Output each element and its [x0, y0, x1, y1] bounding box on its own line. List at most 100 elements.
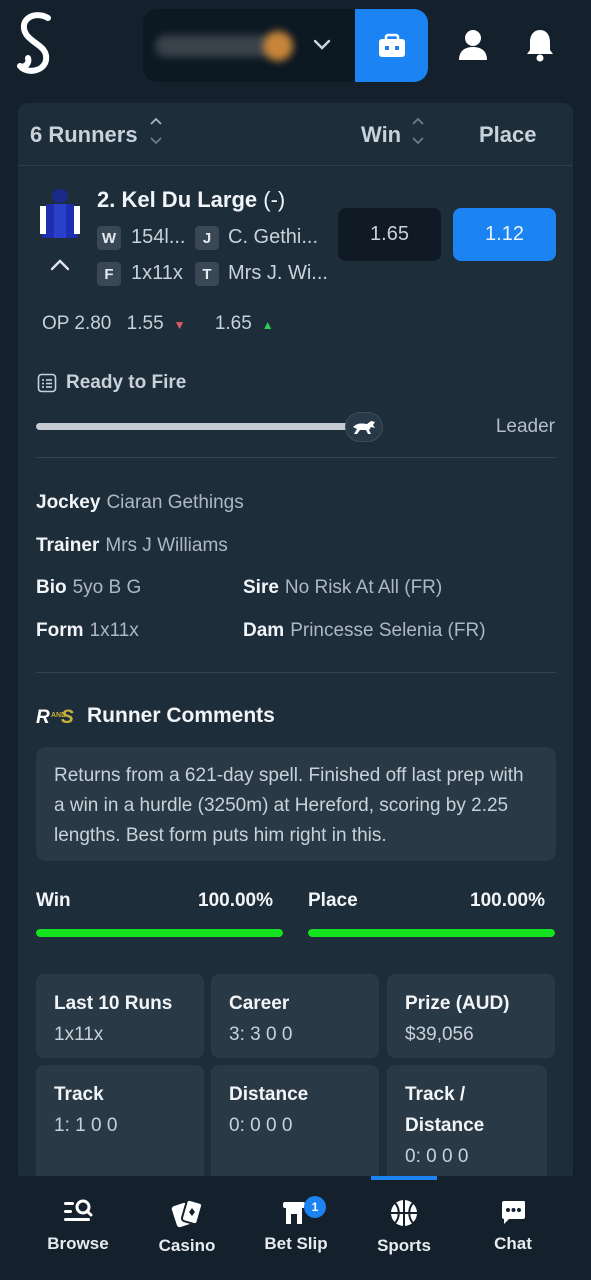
- stat-title: Career: [229, 993, 290, 1014]
- trainer-tag: T: [195, 262, 219, 286]
- stat-value: $39,056: [405, 1024, 474, 1045]
- nav-bet-slip-label: Bet Slip: [264, 1234, 328, 1253]
- stat-value: 0: 0 0 0: [229, 1115, 293, 1136]
- top-bar: [0, 0, 591, 92]
- runners-count-sort[interactable]: 6 Runners: [30, 122, 138, 148]
- weight-tag: W: [97, 226, 121, 250]
- bell-icon: [527, 30, 553, 62]
- browse-icon: [64, 1199, 93, 1221]
- racing-and-sports-logo-icon: R AND S: [36, 707, 74, 727]
- runner-scratch-status: (-): [263, 187, 286, 212]
- runner-name: 2. Kel Du Large (-): [97, 187, 285, 213]
- win-percent-value: 100.00%: [198, 890, 274, 911]
- bio-info: Bio 5yo B G: [36, 577, 141, 599]
- stat-card-distance: Distance 0: 0 0 0: [211, 1065, 379, 1183]
- stat-card-track-distance: Track / Distance 0: 0 0 0: [387, 1065, 547, 1183]
- stat-value: 0: 0 0 0: [405, 1146, 469, 1167]
- runners-header: 6 Runners Win Place: [18, 103, 573, 166]
- runner-name-text: 2. Kel Du Large: [97, 187, 258, 212]
- stake-logo-icon[interactable]: [14, 12, 60, 78]
- nav-chat-label: Chat: [494, 1234, 532, 1253]
- stat-title: Last 10 Runs: [54, 993, 173, 1014]
- nav-sports[interactable]: Sports: [370, 1176, 438, 1280]
- dam-value: Princesse Selenia (FR): [290, 620, 486, 641]
- stat-title: Track: [54, 1084, 104, 1105]
- user-icon: [459, 30, 487, 60]
- profile-button[interactable]: [453, 22, 493, 68]
- nav-casino-label: Casino: [158, 1236, 216, 1255]
- trainer-info: Trainer Mrs J Williams: [36, 535, 228, 557]
- wallet-icon: [378, 33, 405, 57]
- sire-value: No Risk At All (FR): [284, 577, 443, 598]
- notifications-button[interactable]: [520, 22, 560, 68]
- stat-title: Distance: [229, 1084, 309, 1105]
- form-info: Form 1x11x: [36, 620, 139, 642]
- fluc-price: 1.55: [126, 313, 164, 334]
- jockey-value: Ciaran Gethings: [106, 492, 244, 513]
- list-icon: [37, 373, 57, 393]
- nav-bet-slip[interactable]: 1 Bet Slip: [258, 1176, 334, 1280]
- stat-card-track: Track 1: 1 0 0: [36, 1065, 204, 1183]
- place-odds-button[interactable]: 1.12: [453, 208, 556, 261]
- win-column-header[interactable]: Win: [361, 122, 401, 148]
- jockey-info: Jockey Ciaran Gethings: [36, 492, 244, 514]
- divider: [36, 672, 556, 673]
- place-percent-bar: [308, 929, 555, 937]
- runner-comment-text: Returns from a 621-day spell. Finished o…: [36, 747, 556, 861]
- sire-info: Sire No Risk At All (FR): [243, 577, 442, 599]
- win-percent-label: Win: [36, 890, 71, 911]
- runner-comments-title: Runner Comments: [87, 704, 275, 727]
- stat-value: 3: 3 0 0: [229, 1024, 293, 1045]
- wallet-button[interactable]: [355, 9, 428, 82]
- trainer-value: Mrs J Williams: [105, 535, 228, 556]
- nav-browse[interactable]: Browse: [40, 1176, 116, 1280]
- bio-value: 5yo B G: [72, 577, 142, 598]
- speedmap-label: Ready to Fire: [66, 372, 187, 393]
- runner-card: 6 Runners Win Place 2. Kel Du Large (-) …: [18, 103, 573, 1183]
- svg-text:S: S: [61, 707, 74, 727]
- chevron-down-icon: [313, 39, 331, 50]
- divider: [36, 457, 556, 458]
- currency-icon: [263, 31, 293, 61]
- nav-browse-label: Browse: [47, 1234, 109, 1253]
- nav-casino[interactable]: Casino: [152, 1176, 222, 1280]
- runner-weight: 154l...: [131, 226, 186, 248]
- win-odds-button[interactable]: 1.65: [338, 208, 441, 261]
- stat-value: 1x11x: [54, 1024, 104, 1045]
- place-percent-value: 100.00%: [470, 890, 546, 911]
- jockey-label: Jockey: [36, 492, 101, 513]
- stat-card-last-10-runs: Last 10 Runs 1x11x: [36, 974, 204, 1058]
- place-percent-label: Place: [308, 890, 358, 911]
- stat-card-prize: Prize (AUD) $39,056: [387, 974, 555, 1058]
- runner-form-short: 1x11x: [131, 262, 183, 284]
- svg-text:R: R: [36, 707, 50, 727]
- sort-icon[interactable]: [149, 116, 163, 146]
- place-column-header[interactable]: Place: [479, 122, 537, 148]
- fluc-price: 1.65: [214, 313, 252, 334]
- runner-jockey-short: C. Gethi...: [228, 226, 319, 248]
- form-label: Form: [36, 620, 84, 641]
- nav-sports-label: Sports: [377, 1236, 431, 1255]
- chevron-up-icon[interactable]: [49, 258, 71, 272]
- trainer-label: Trainer: [36, 535, 100, 556]
- sire-label: Sire: [243, 577, 279, 598]
- place-percent-fill: [308, 929, 555, 937]
- speedmap-track: [36, 423, 356, 430]
- balance-amount-obscured: [155, 35, 273, 57]
- casino-cards-icon: [171, 1198, 203, 1228]
- price-up-icon: ▲: [261, 318, 274, 332]
- price-fluctuations: OP 2.80 1.55 ▼ 1.65 ▲: [42, 313, 284, 335]
- stat-value: 1: 1 0 0: [54, 1115, 118, 1136]
- stat-title: Track / Distance: [405, 1084, 485, 1136]
- bet-slip-count-badge: 1: [304, 1196, 326, 1218]
- bottom-navigation: Browse Casino 1 Bet Slip Sports Chat: [0, 1176, 591, 1280]
- dam-label: Dam: [243, 620, 285, 641]
- runner-trainer-short: Mrs J. Wi...: [228, 262, 328, 284]
- horse-position-icon: [345, 412, 383, 442]
- win-percent-fill: [36, 929, 283, 937]
- form-value: 1x11x: [89, 620, 139, 641]
- sort-icon[interactable]: [411, 116, 425, 146]
- balance-selector[interactable]: [143, 9, 428, 82]
- nav-chat[interactable]: Chat: [484, 1176, 542, 1280]
- stat-title: Prize (AUD): [405, 993, 510, 1014]
